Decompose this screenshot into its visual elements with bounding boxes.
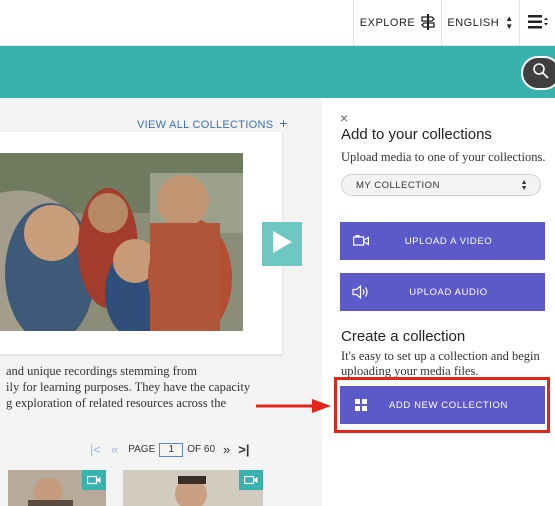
last-page-icon[interactable]: >|: [238, 442, 249, 457]
speaker-icon: [340, 285, 382, 299]
language-label: ENGLISH: [447, 17, 500, 29]
explore-menu[interactable]: EXPLORE: [353, 0, 441, 46]
page-number-input[interactable]: 1: [159, 442, 184, 457]
top-navigation-bar: EXPLORE ENGLISH ▲ ▼: [0, 0, 555, 46]
page-label: PAGE: [128, 444, 156, 455]
explore-label: EXPLORE: [359, 17, 416, 29]
teal-header-band: [0, 46, 555, 98]
pagination: |< « PAGE 1 OF 60 » >|: [90, 442, 250, 457]
close-icon[interactable]: ×: [340, 110, 348, 126]
next-page-icon[interactable]: »: [223, 442, 230, 457]
create-collection-text: It's easy to set up a collection and beg…: [341, 349, 540, 378]
collection-thumbnail[interactable]: [8, 470, 106, 506]
collection-select[interactable]: MY COLLECTION ▲ ▼: [341, 174, 541, 196]
updown-caret-icon: ▲ ▼: [505, 14, 514, 31]
add-to-collections-text: Upload media to one of your collections.: [341, 150, 546, 164]
collection-thumbnail[interactable]: [123, 470, 263, 506]
collection-select-value: MY COLLECTION: [356, 179, 440, 191]
description-line: ily for learning purposes. They have the…: [6, 380, 251, 394]
upload-audio-label: UPLOAD AUDIO: [409, 286, 488, 298]
search-button[interactable]: [521, 56, 555, 90]
hamburger-menu-icon: [527, 14, 548, 33]
description-line: g exploration of related resources acros…: [6, 396, 227, 410]
red-arrow-annotation: [256, 398, 332, 419]
upload-video-button[interactable]: UPLOAD A VIDEO: [340, 222, 545, 260]
video-camera-icon: [239, 470, 263, 490]
collection-description: and unique recordings stemming from ily …: [0, 363, 300, 411]
highlight-box: [334, 377, 550, 433]
magnifier-icon: [532, 62, 550, 85]
video-camera-icon: [340, 235, 382, 247]
description-line: and unique recordings stemming from: [6, 364, 197, 378]
create-collection-heading: Create a collection: [341, 328, 466, 345]
language-selector[interactable]: ENGLISH ▲ ▼: [441, 0, 519, 46]
featured-photo[interactable]: [0, 153, 243, 331]
plus-icon: +: [279, 115, 288, 131]
add-to-collections-heading: Add to your collections: [341, 126, 492, 143]
page-count-label: OF 60: [187, 444, 216, 455]
main-menu-button[interactable]: [519, 0, 555, 46]
play-button[interactable]: [262, 222, 302, 266]
video-camera-icon: [82, 470, 106, 490]
updown-caret-icon: ▲ ▼: [520, 179, 528, 192]
upload-audio-button[interactable]: UPLOAD AUDIO: [340, 273, 545, 311]
view-all-collections-link[interactable]: VIEW ALL COLLECTIONS +: [137, 115, 288, 131]
upload-video-label: UPLOAD A VIDEO: [404, 235, 493, 247]
signpost-icon: [421, 13, 436, 33]
view-all-label: VIEW ALL COLLECTIONS: [137, 119, 274, 131]
first-page-icon[interactable]: |<: [90, 442, 101, 457]
play-icon: [271, 230, 293, 259]
previous-page-icon[interactable]: «: [111, 442, 118, 457]
